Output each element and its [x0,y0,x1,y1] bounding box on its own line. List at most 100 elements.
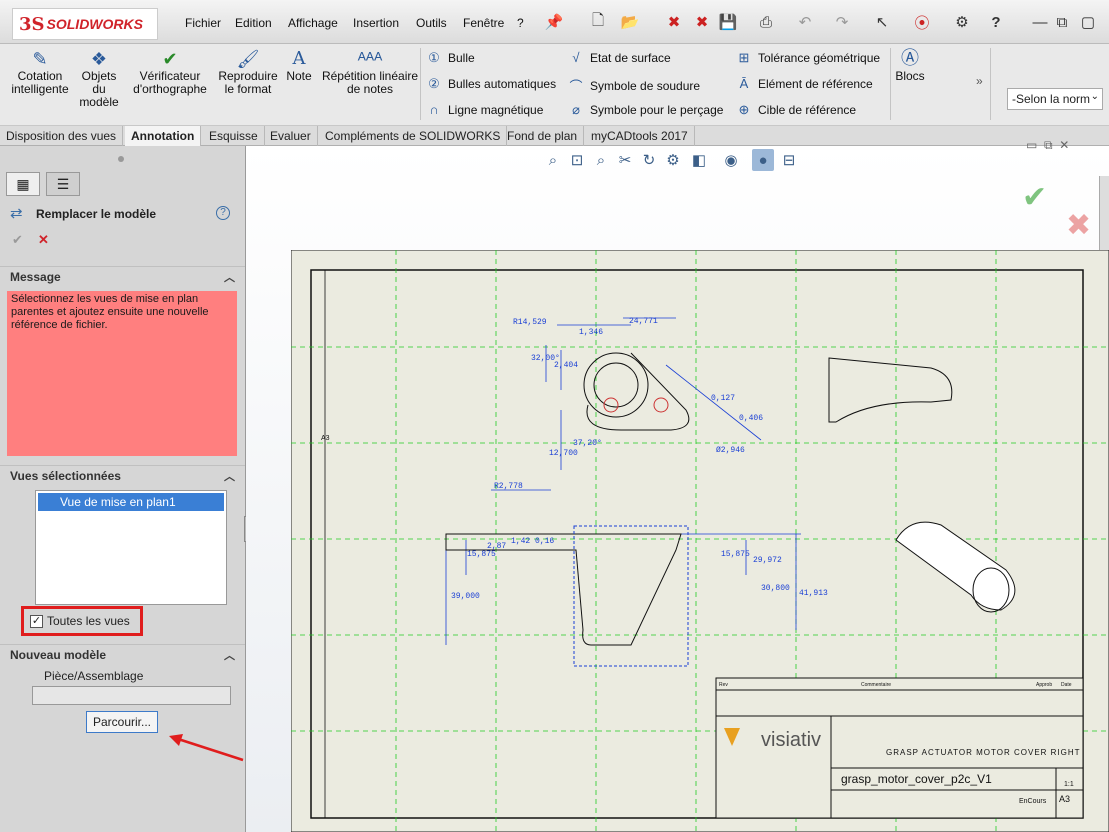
zoom-to-fit-icon[interactable]: ⌕ [542,149,564,171]
dimension-text[interactable]: 1,42 [511,537,530,546]
minimize-icon[interactable]: — [1030,12,1050,32]
select-icon[interactable]: ↖ [872,12,892,32]
auto-balloon-button[interactable]: ② Bulles automatiques [426,76,556,92]
solidworks-logo[interactable]: 3S SOLIDWORKS [12,8,158,40]
previous-view-icon[interactable]: ⌕ [590,149,612,171]
cancel-button[interactable]: ✕ [38,232,49,248]
replace-model-icon: ⇄ [10,205,23,222]
dimension-text[interactable]: Ø2,946 [716,446,745,455]
chevron-up-icon: ︿ [224,272,235,284]
weld-symbol-button[interactable]: ⌒ Symbole de soudure [568,76,700,95]
ribbon-expand-icon[interactable]: » [976,74,983,88]
spell-checker-button[interactable]: ✔ Vérificateur d'orthographe [128,48,212,96]
dimension-text[interactable]: 0,16 [535,537,554,546]
tab-annotation[interactable]: Annotation [125,126,202,146]
dimension-text[interactable]: 30,800 [761,584,790,593]
ok-button[interactable]: ✔ [12,232,23,248]
undo-icon[interactable]: ↶ [795,12,815,32]
dimension-text[interactable]: 29,972 [753,556,782,565]
confirm-corner-ok-icon[interactable]: ✔ [1022,180,1047,215]
new-model-section-header[interactable]: Nouveau modèle ︿ [0,644,245,664]
dimension-text[interactable]: 37,20° [573,439,602,448]
dimension-text[interactable]: 0,127 [711,394,735,403]
model-items-button[interactable]: ❖ Objets du modèle [74,48,124,109]
print-icon[interactable]: ⎙ [756,12,776,32]
selected-views-section-header[interactable]: Vues sélectionnées ︿ [0,465,245,485]
zoom-area-icon[interactable]: ⊡ [566,149,588,171]
tab-complements[interactable]: Compléments de SOLIDWORKS [319,126,508,146]
dimension-text[interactable]: 24,771 [629,317,658,326]
help-icon[interactable]: ? [216,206,230,220]
menu-fenetre[interactable]: Fenêtre [463,16,504,30]
dimension-text[interactable]: 1,346 [579,328,603,337]
redo-icon[interactable]: ↷ [832,12,852,32]
new-file-icon[interactable]: 🗋 [588,12,608,32]
part-assembly-field[interactable] [32,686,231,705]
drawing-sheet[interactable]: R14,529 24,771 1,346 32,00° 2,404 0,127 … [291,250,1109,832]
appearance-icon[interactable]: ● [752,149,774,171]
datum-target-button[interactable]: ⊕ Cible de référence [736,102,857,118]
split-view-icon[interactable]: ⊟ [778,149,800,171]
property-manager-tab[interactable]: ▦ [6,172,40,196]
command-manager: ✎ Cotation intelligente ❖ Objets du modè… [0,44,1109,126]
menu-edition[interactable]: Edition [235,16,272,30]
balloon-button[interactable]: ① Bulle [426,50,475,66]
magnetic-line-button[interactable]: ∩ Ligne magnétique [426,102,543,117]
menu-outils[interactable]: Outils [416,16,447,30]
feature-tree-tab[interactable]: ☰ [46,172,80,196]
menu-affichage[interactable]: Affichage [288,16,338,30]
dimension-text[interactable]: 12,700 [549,449,578,458]
close-doc-icon[interactable]: ✖ [664,12,684,32]
tab-esquisse[interactable]: Esquisse [203,126,265,146]
doc-window-controls[interactable]: ▭ ⧉ ✕ [1026,138,1069,153]
tab-evaluer[interactable]: Evaluer [264,126,318,146]
dimension-text[interactable]: R2,778 [494,482,523,491]
section-view-icon[interactable]: ✂ [614,149,636,171]
menu-help[interactable]: ? [517,16,524,30]
tab-fond-de-plan[interactable]: Fond de plan [501,126,585,146]
selected-views-list[interactable]: Vue de mise en plan1 [35,490,227,605]
splitter-handle[interactable] [118,156,124,162]
close-all-icon[interactable]: ✖ [692,12,712,32]
all-views-checkbox-highlight[interactable]: ✓ Toutes les vues [21,606,143,636]
dimension-text[interactable]: R14,529 [513,318,547,327]
linear-note-pattern-button[interactable]: ᴬᴬᴬ Répétition linéaire de notes [318,48,422,96]
hole-callout-button[interactable]: ⌀ Symbole pour le perçage [568,102,723,118]
menu-fichier[interactable]: Fichier [185,16,221,30]
surface-finish-button[interactable]: √ Etat de surface [568,50,670,65]
rotate-icon[interactable]: ↻ [638,149,660,171]
view-settings-icon[interactable]: ⚙ [662,149,684,171]
dimension-text[interactable]: 15,875 [721,550,750,559]
help-icon[interactable]: ? [986,12,1006,32]
options-icon[interactable]: ⚙ [952,12,972,32]
blocks-button[interactable]: Ⓐ Blocs [894,48,926,83]
traffic-light-icon[interactable]: ⦿ [912,12,932,32]
restore-icon[interactable]: ⧉ [1052,12,1072,32]
tab-disposition-des-vues[interactable]: Disposition des vues [0,126,124,146]
dimension-text[interactable]: 2,87 [487,542,506,551]
format-painter-button[interactable]: 🖌 Reproduire le format [216,48,280,96]
dimension-text[interactable]: 39,000 [451,592,480,601]
pin-icon[interactable]: 📌 [544,12,564,32]
note-button[interactable]: A Note [284,48,314,83]
geometric-tolerance-button[interactable]: ⊞ Tolérance géométrique [736,50,881,66]
close-window-icon[interactable]: ▢ [1078,12,1098,32]
all-views-checkbox[interactable]: ✓ [30,614,43,628]
display-style-icon[interactable]: ◧ [688,149,710,171]
open-icon[interactable]: 📂 [620,12,640,32]
layer-select[interactable]: -Selon la norm ⌄ [1007,88,1103,110]
dimension-text[interactable]: 15,875 [467,550,496,559]
hide-show-icon[interactable]: ◉ [720,149,742,171]
save-icon[interactable]: 💾 [718,12,738,32]
confirm-corner-cancel-icon[interactable]: ✖ [1066,208,1091,243]
tab-mycadtools[interactable]: myCADtools 2017 [585,126,695,146]
dimension-text[interactable]: 0,406 [739,414,763,423]
menu-insertion[interactable]: Insertion [353,16,399,30]
list-item[interactable]: Vue de mise en plan1 [38,493,224,511]
message-section-header[interactable]: Message ︿ [0,266,245,286]
datum-feature-button[interactable]: Ā Elément de référence [736,76,873,91]
smart-dimension-button[interactable]: ✎ Cotation intelligente [8,48,72,96]
dimension-text[interactable]: 41,913 [799,589,828,598]
browse-button[interactable]: Parcourir... [86,711,158,733]
dimension-text[interactable]: 2,404 [554,361,578,370]
